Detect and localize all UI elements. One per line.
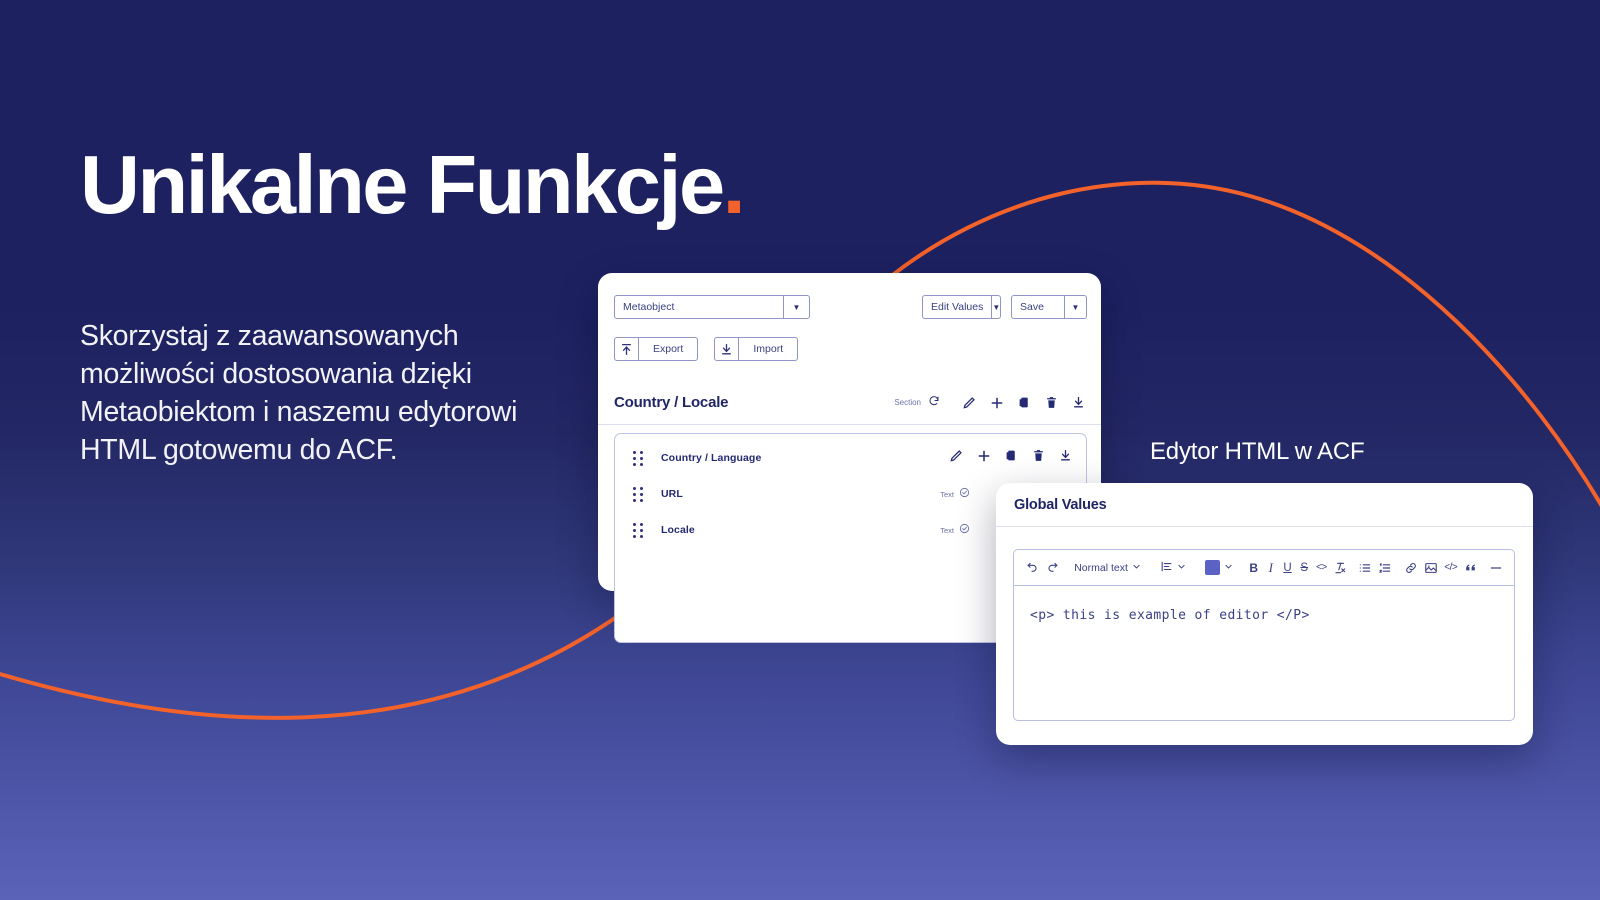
image-icon[interactable] bbox=[1423, 556, 1439, 580]
import-button[interactable]: Import bbox=[714, 337, 799, 361]
quote-icon[interactable] bbox=[1463, 556, 1479, 580]
code-block-button[interactable]: </> bbox=[1443, 556, 1459, 580]
export-button[interactable]: Export bbox=[614, 337, 699, 361]
edit-icon[interactable] bbox=[949, 449, 963, 468]
field-type: Text bbox=[940, 485, 970, 503]
chevron-down-icon: ▼ bbox=[991, 296, 1000, 318]
headline-text: Unikalne Funkcje bbox=[80, 138, 725, 231]
verified-check-icon bbox=[959, 521, 970, 539]
chevron-down-icon: ▼ bbox=[1064, 296, 1086, 318]
text-color-dropdown[interactable] bbox=[1200, 556, 1238, 580]
html-editor: Normal text B I U S <> </> <p> this is e… bbox=[1013, 549, 1515, 721]
chevron-down-icon bbox=[1132, 562, 1141, 573]
edit-values-label: Edit Values bbox=[931, 301, 984, 313]
section-meta-label: Section bbox=[894, 398, 921, 407]
undo-icon[interactable] bbox=[1024, 556, 1040, 580]
field-type: Text bbox=[940, 521, 970, 539]
field-name: URL bbox=[661, 488, 683, 500]
inline-code-button[interactable]: <> bbox=[1315, 556, 1329, 580]
edit-icon[interactable] bbox=[962, 396, 976, 410]
drag-handle-icon[interactable] bbox=[633, 486, 643, 502]
field-name: Locale bbox=[661, 524, 695, 536]
field-type-label: Text bbox=[940, 489, 954, 499]
numbered-list-icon[interactable] bbox=[1377, 556, 1393, 580]
chevron-down-icon: ▼ bbox=[783, 296, 809, 318]
section-title: Country / Locale bbox=[614, 394, 729, 411]
add-icon[interactable] bbox=[977, 449, 991, 468]
align-dropdown[interactable] bbox=[1155, 556, 1191, 580]
editor-content[interactable]: <p> this is example of editor </P> bbox=[1014, 586, 1514, 720]
headline-accent-dot: . bbox=[722, 138, 746, 231]
delete-icon[interactable] bbox=[1045, 396, 1058, 409]
clear-formatting-icon[interactable] bbox=[1332, 556, 1348, 580]
duplicate-icon[interactable] bbox=[1018, 396, 1031, 409]
metaobject-type-select[interactable]: Metaobject ▼ bbox=[614, 295, 810, 319]
section-header: Country / Locale Section bbox=[598, 381, 1101, 425]
import-export-row: Export Import bbox=[614, 337, 799, 361]
link-icon[interactable] bbox=[1403, 556, 1419, 580]
chevron-down-icon bbox=[1224, 562, 1233, 573]
underline-button[interactable]: U bbox=[1281, 556, 1294, 580]
caption-editor: Edytor HTML w ACF bbox=[1150, 438, 1365, 465]
drag-handle-icon[interactable] bbox=[633, 522, 643, 538]
global-values-header: Global Values bbox=[996, 483, 1533, 527]
bullet-list-icon[interactable] bbox=[1357, 556, 1373, 580]
global-values-card: Global Values Normal text B I U S <> </>… bbox=[996, 483, 1533, 745]
table-row[interactable]: Country / Language bbox=[615, 440, 1086, 476]
horizontal-rule-icon[interactable] bbox=[1488, 556, 1504, 580]
metaobject-right-controls: Edit Values ▼ Save ▼ bbox=[922, 295, 1087, 319]
bold-button[interactable]: B bbox=[1247, 556, 1261, 580]
editor-toolbar: Normal text B I U S <> </> bbox=[1014, 550, 1514, 586]
save-label: Save bbox=[1020, 301, 1044, 313]
text-style-label: Normal text bbox=[1074, 561, 1128, 574]
section-meta: Section bbox=[894, 394, 940, 412]
verified-check-icon bbox=[959, 485, 970, 503]
save-select[interactable]: Save ▼ bbox=[1011, 295, 1087, 319]
download-icon[interactable] bbox=[1072, 396, 1085, 409]
upload-icon bbox=[615, 338, 639, 360]
italic-button[interactable]: I bbox=[1264, 556, 1277, 580]
field-type-label: Text bbox=[940, 525, 954, 535]
row-actions bbox=[949, 449, 1072, 468]
chevron-down-icon bbox=[1177, 562, 1186, 573]
delete-icon[interactable] bbox=[1032, 449, 1045, 467]
drag-handle-icon[interactable] bbox=[633, 450, 643, 466]
download-icon bbox=[715, 338, 740, 360]
export-label: Export bbox=[653, 343, 684, 355]
add-icon[interactable] bbox=[990, 396, 1004, 410]
field-name: Country / Language bbox=[661, 452, 762, 464]
import-label: Import bbox=[753, 343, 784, 355]
metaobject-type-value: Metaobject bbox=[623, 301, 675, 313]
page-title: Unikalne Funkcje. bbox=[80, 143, 746, 226]
align-left-icon bbox=[1160, 560, 1173, 576]
color-swatch bbox=[1204, 560, 1220, 575]
hero-subcopy: Skorzystaj z zaawansowanych możliwości d… bbox=[80, 320, 518, 466]
refresh-icon[interactable] bbox=[928, 394, 940, 412]
section-actions bbox=[962, 396, 1085, 410]
redo-icon[interactable] bbox=[1044, 556, 1060, 580]
edit-values-select[interactable]: Edit Values ▼ bbox=[922, 295, 1001, 319]
duplicate-icon[interactable] bbox=[1005, 449, 1018, 467]
strikethrough-button[interactable]: S bbox=[1298, 556, 1311, 580]
download-icon[interactable] bbox=[1059, 449, 1072, 467]
global-values-title: Global Values bbox=[1014, 496, 1107, 513]
text-style-dropdown[interactable]: Normal text bbox=[1069, 556, 1146, 580]
